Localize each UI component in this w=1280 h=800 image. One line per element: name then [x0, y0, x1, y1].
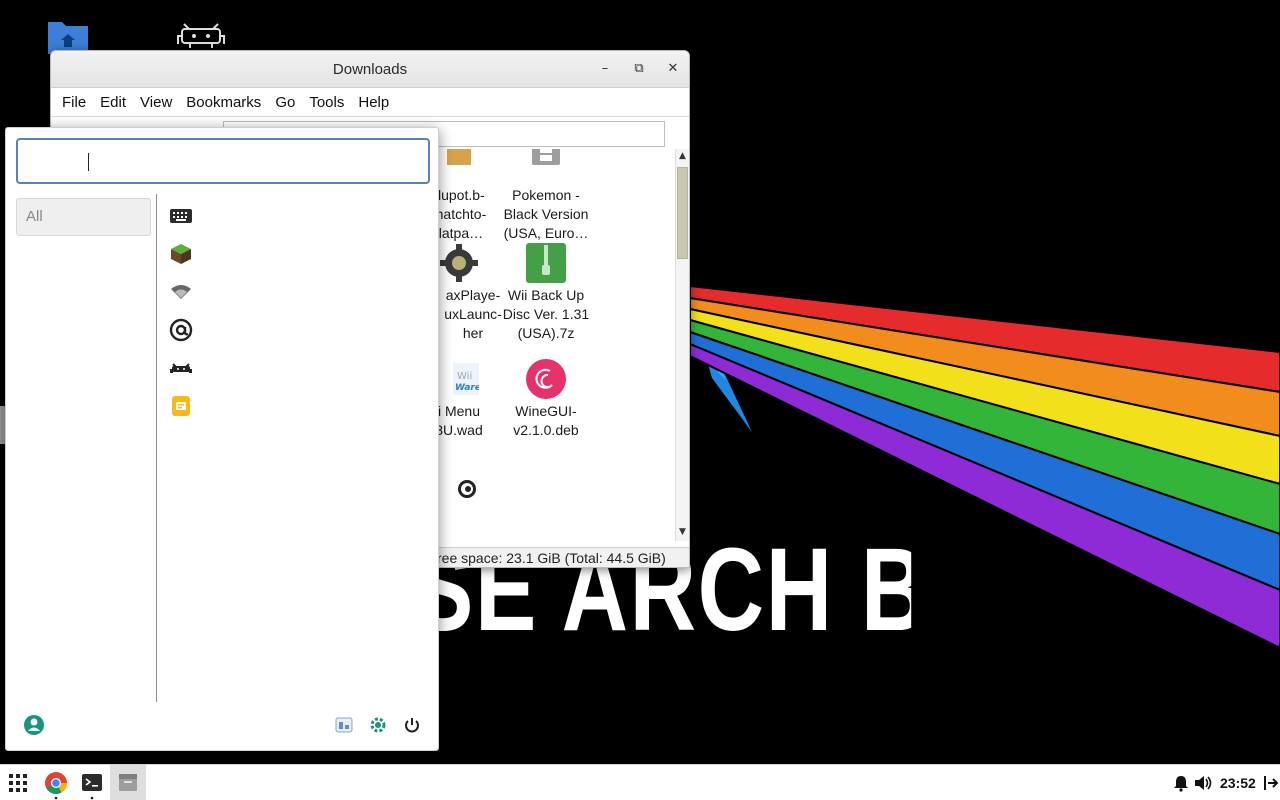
menu-edit[interactable]: Edit	[93, 94, 133, 111]
vertical-scrollbar[interactable]: ▲ ▼	[675, 149, 689, 541]
svg-text:Ware: Ware	[455, 383, 479, 393]
power-icon[interactable]	[402, 715, 422, 735]
app-launcher: All	[5, 127, 439, 751]
software-center-icon[interactable]	[334, 715, 354, 735]
menu-file[interactable]: File	[55, 94, 93, 111]
app-grid-icon[interactable]	[0, 765, 36, 800]
file-item[interactable]: Pokemon - Black Version (USA, Euro…	[496, 149, 596, 243]
window-titlebar[interactable]: Downloads – ⧉ ✕	[51, 51, 689, 88]
category-all[interactable]: All	[16, 198, 151, 236]
file-item[interactable]: Wii Back Up Disc Ver. 1.31 (USA).7z	[496, 243, 596, 343]
menu-bookmarks[interactable]: Bookmarks	[179, 94, 268, 111]
file-name: Pokemon - Black Version (USA, Euro…	[503, 187, 589, 241]
file-item[interactable]: WineGUI-v2.1.0.deb	[496, 359, 596, 440]
file-name: axPlaye-uxLaunc-her	[444, 287, 502, 341]
menu-tools[interactable]: Tools	[302, 94, 351, 111]
file-name: Wii Back Up Disc Ver. 1.31 (USA).7z	[502, 287, 590, 341]
chrome-icon[interactable]	[38, 765, 74, 800]
keyboard-icon[interactable]	[169, 204, 193, 228]
terminal-icon[interactable]	[74, 765, 110, 800]
package-icon	[439, 149, 479, 183]
debian-package-icon	[526, 359, 566, 399]
notes-app-icon[interactable]	[169, 394, 193, 418]
search-input[interactable]	[18, 140, 428, 182]
user-account-icon[interactable]	[23, 714, 45, 736]
text-caret	[88, 153, 89, 171]
menu-go[interactable]: Go	[268, 94, 302, 111]
close-button[interactable]: ✕	[663, 59, 683, 79]
minimize-button[interactable]: –	[595, 59, 615, 79]
window-title: Downloads	[332, 61, 408, 78]
maximize-button[interactable]: ⧉	[629, 59, 649, 79]
svg-text:Wii: Wii	[457, 371, 472, 382]
retroarch-icon[interactable]	[169, 356, 193, 380]
launcher-search[interactable]	[16, 138, 430, 184]
scroll-down-arrow-icon[interactable]: ▼	[676, 525, 689, 539]
nds-rom-icon	[526, 149, 566, 183]
executable-gear-icon	[439, 243, 479, 283]
logout-icon[interactable]	[1262, 774, 1279, 792]
file-name: WineGUI-v2.1.0.deb	[513, 403, 579, 438]
scrollbar-thumb[interactable]	[677, 167, 688, 259]
minecraft-icon[interactable]	[169, 242, 193, 266]
archive-zip-icon	[526, 243, 566, 283]
launcher-divider	[156, 194, 157, 702]
menu-view[interactable]: View	[133, 94, 179, 111]
wifi-icon[interactable]	[169, 280, 193, 304]
at-sign-icon[interactable]	[169, 318, 193, 342]
notification-bell-icon[interactable]	[1172, 774, 1190, 792]
settings-icon[interactable]	[368, 715, 388, 735]
scroll-up-arrow-icon[interactable]: ▲	[676, 149, 689, 163]
app-list	[169, 204, 199, 432]
disc-image-icon	[445, 479, 485, 519]
menu-bar: File Edit View Bookmarks Go Tools Help	[51, 88, 689, 117]
clock[interactable]: 23:52	[1220, 765, 1256, 800]
volume-icon[interactable]	[1193, 774, 1213, 792]
menu-help[interactable]: Help	[351, 94, 396, 111]
wiiware-icon: Wii Ware	[439, 359, 481, 399]
files-icon[interactable]	[110, 765, 146, 800]
taskbar: 23:52	[0, 764, 1280, 800]
